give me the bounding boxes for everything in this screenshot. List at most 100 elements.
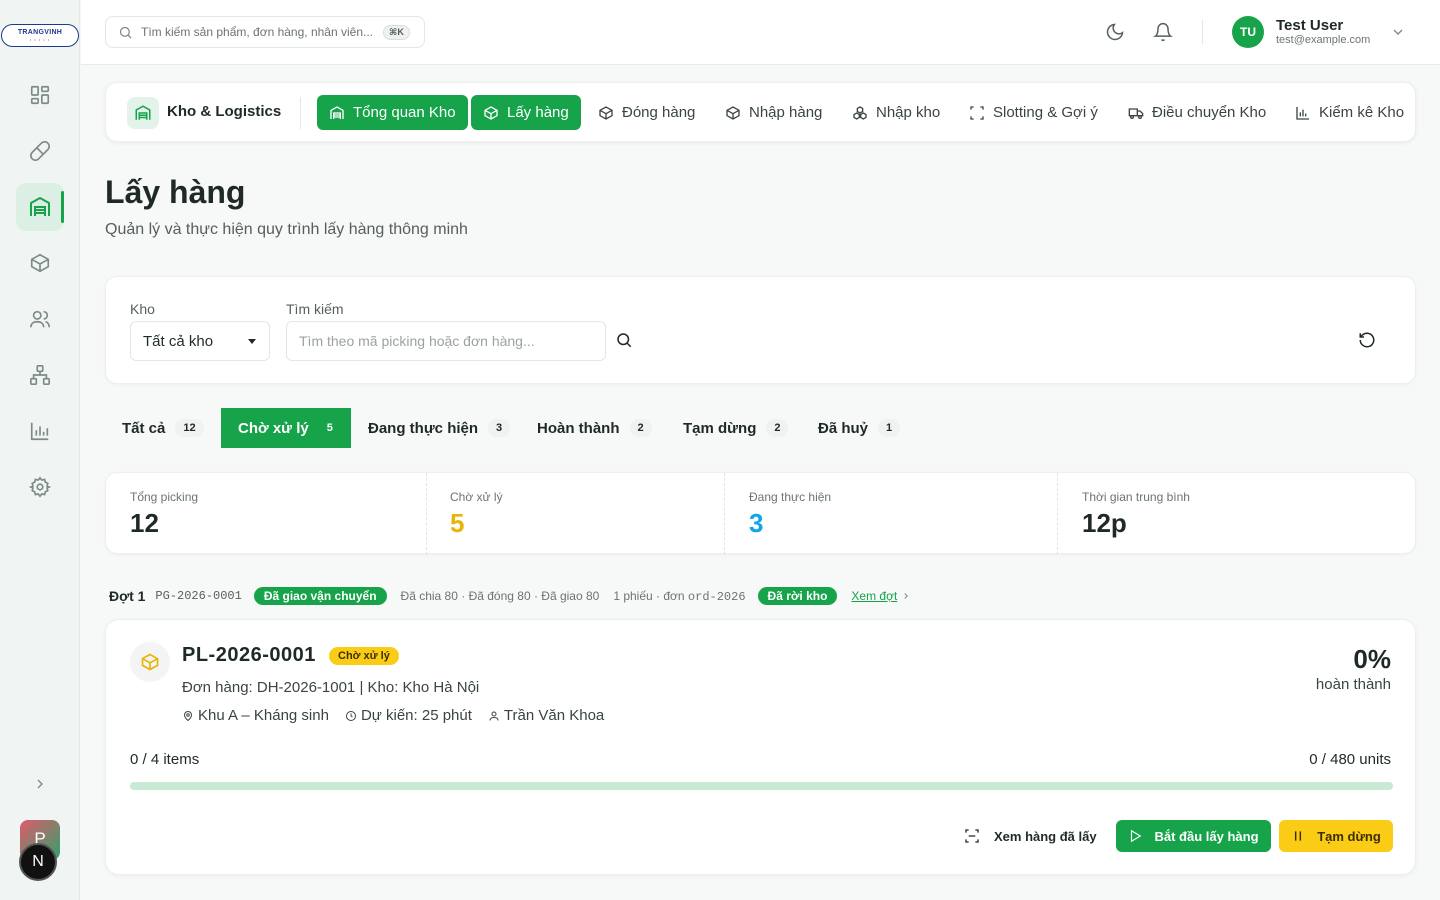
module-icon [127, 97, 159, 129]
package-icon [141, 653, 159, 671]
tab-picking[interactable]: Lấy hàng [471, 95, 581, 130]
status-tab-in-progress[interactable]: Đang thực hiện 3 [351, 408, 527, 448]
sidebar-expand-button[interactable] [28, 772, 52, 796]
tab-label: Đóng hàng [622, 104, 696, 121]
bar-chart-icon [30, 422, 49, 441]
sidebar-item-dashboard[interactable] [16, 71, 64, 119]
picking-items-count: 0 / 4 items [130, 751, 200, 768]
tab-label: Slotting & Gợi ý [993, 104, 1098, 121]
user-name[interactable]: Test User [1276, 17, 1343, 34]
status-tab-count: 3 [488, 419, 511, 437]
sidebar-active-indicator [61, 191, 64, 223]
sidebar-item-pharmacy[interactable] [16, 127, 64, 175]
module-title: Kho & Logistics [167, 103, 282, 120]
dashboard-icon [30, 85, 50, 105]
view-picked-label: Xem hàng đã lấy [994, 828, 1097, 844]
status-tab-paused[interactable]: Tạm dừng 2 [666, 408, 805, 448]
start-picking-label: Bắt đầu lấy hàng [1154, 828, 1259, 844]
warehouse-icon [30, 196, 50, 216]
picking-units-count: 0 / 480 units [1309, 751, 1391, 768]
view-picked-button[interactable]: Xem hàng đã lấy [964, 820, 1097, 852]
picking-order-line: Đơn hàng: DH-2026-1001 | Kho: Kho Hà Nội [182, 679, 480, 696]
sidebar-item-products[interactable] [16, 239, 64, 287]
picking-search-button[interactable] [615, 331, 633, 349]
app-switcher-avatar[interactable]: N [19, 843, 57, 881]
stat-avg-time-value: 12p [1082, 508, 1127, 538]
stat-total-value: 12 [130, 508, 159, 538]
batch-slip-prefix: 1 phiếu · đơn [613, 588, 688, 603]
status-tab-label: Tạm dừng [683, 419, 757, 437]
batch-summary: Đã chia 80 · Đã đóng 80 · Đã giao 80 [400, 589, 600, 603]
picking-assignee-text: Trần Văn Khoa [503, 707, 605, 724]
brand-logo[interactable]: TRANGVINH • • • • • [1, 24, 79, 47]
tab-receiving[interactable]: Nhập hàng [713, 95, 834, 130]
stat-pending-label: Chờ xử lý [450, 490, 503, 504]
stat-in-progress-label: Đang thực hiện [749, 490, 832, 504]
theme-toggle-button[interactable] [1103, 20, 1127, 44]
global-search[interactable]: Tìm kiếm sản phẩm, đơn hàng, nhân viên..… [105, 16, 425, 48]
batch-title: Đợt 1 [109, 588, 146, 604]
status-tab-pending[interactable]: Chờ xử lý 5 [221, 408, 351, 448]
status-tab-completed[interactable]: Hoàn thành 2 [520, 408, 669, 448]
users-icon [30, 310, 50, 328]
notifications-button[interactable] [1151, 20, 1175, 44]
picking-estimate-text: Dự kiến: 25 phút [360, 707, 472, 724]
pause-button[interactable]: Tạm dừng [1279, 820, 1393, 852]
status-tab-all[interactable]: Tất cả 12 [105, 408, 221, 448]
tab-label: Nhập hàng [749, 104, 823, 121]
package-icon [30, 253, 50, 273]
sidebar-item-users[interactable] [16, 295, 64, 343]
batch-slip-info: 1 phiếu · đơn ord-2026 [613, 589, 745, 604]
topbar-divider [1202, 20, 1203, 44]
status-tab-label: Tất cả [122, 419, 166, 437]
batch-code: PG-2026-0001 [155, 589, 242, 603]
tab-slotting[interactable]: Slotting & Gợi ý [957, 95, 1110, 130]
picking-progress-bar [130, 782, 1393, 790]
picking-search-input[interactable] [286, 321, 606, 361]
tab-inventory-count[interactable]: Kiểm kê Kho [1283, 95, 1416, 130]
picking-assignee: Trần Văn Khoa [488, 707, 604, 724]
scan-icon [965, 829, 979, 843]
tab-label: Kiểm kê Kho [1319, 104, 1405, 121]
bell-icon [1153, 22, 1173, 42]
map-pin-icon [183, 710, 193, 721]
status-tab-cancelled[interactable]: Đã huỷ 1 [801, 408, 917, 448]
refresh-button[interactable] [1358, 331, 1376, 349]
tab-transfer[interactable]: Điều chuyển Kho [1116, 95, 1278, 130]
view-batch-link[interactable]: Xem đợt [851, 589, 911, 603]
picking-zone: Khu A – Kháng sinh [182, 707, 329, 724]
user-email: test@example.com [1276, 34, 1371, 46]
picking-zone-text: Khu A – Kháng sinh [198, 707, 329, 724]
sidebar-item-warehouse[interactable] [16, 183, 64, 231]
status-tab-count: 5 [318, 419, 341, 437]
batch-header: Đợt 1 PG-2026-0001 Đã giao vận chuyển Đã… [109, 584, 911, 608]
status-tab-label: Đang thực hiện [368, 419, 479, 437]
sidebar-item-organization[interactable] [16, 351, 64, 399]
user-avatar[interactable]: TU [1232, 16, 1264, 48]
picking-code[interactable]: PL-2026-0001 [182, 644, 316, 667]
scan-icon [969, 105, 985, 121]
sidebar: TRANGVINH • • • • • P N [0, 0, 80, 900]
play-icon [1131, 829, 1142, 843]
tab-packing[interactable]: Đóng hàng [586, 95, 707, 130]
status-tab-label: Chờ xử lý [238, 419, 309, 437]
start-picking-button[interactable]: Bắt đầu lấy hàng [1116, 820, 1271, 852]
user-menu-toggle[interactable] [1390, 24, 1406, 40]
module-nav: Kho & Logistics Tổng quan Kho Lấy hàng Đ… [105, 82, 1416, 142]
boxes-icon [852, 105, 868, 121]
stat-divider [1057, 473, 1058, 555]
org-chart-icon [30, 365, 50, 385]
sidebar-item-settings[interactable] [16, 463, 64, 511]
tab-putaway[interactable]: Nhập kho [840, 95, 952, 130]
tab-warehouse-overview[interactable]: Tổng quan Kho [317, 95, 468, 130]
settings-icon [29, 476, 51, 498]
sidebar-item-reports[interactable] [16, 407, 64, 455]
warehouse-select[interactable]: Tất cả kho [130, 321, 270, 361]
status-tab-count: 1 [878, 419, 901, 437]
stat-pending-value: 5 [450, 508, 465, 538]
tab-label: Nhập kho [876, 104, 941, 121]
warehouse-select-value: Tất cả kho [143, 332, 214, 350]
warehouse-filter-label: Kho [130, 301, 155, 317]
filter-card: Kho Tất cả kho Tìm kiếm [105, 276, 1416, 384]
status-tab-count: 2 [766, 419, 789, 437]
